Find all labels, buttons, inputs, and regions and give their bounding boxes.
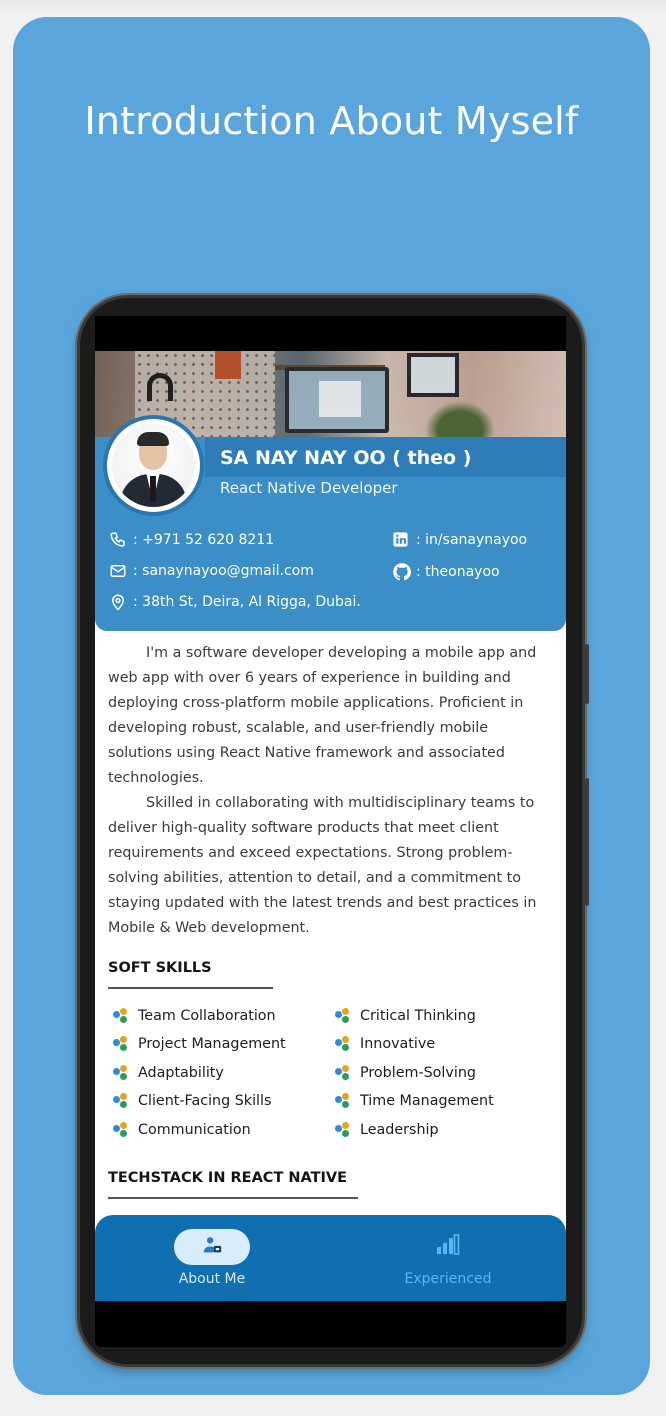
skill-label: Leadership (360, 1122, 439, 1138)
skill-label: Innovative (360, 1036, 436, 1052)
skill-dots-icon (335, 1008, 351, 1024)
tab-experienced-label: Experienced (404, 1271, 492, 1287)
avatar-hair (137, 432, 169, 446)
tab-experienced[interactable]: Experienced (373, 1229, 523, 1287)
list-item: Team Collaboration (113, 1008, 276, 1024)
skill-label: Client-Facing Skills (138, 1093, 272, 1109)
bio: I'm a software developer developing a mo… (108, 641, 556, 941)
tab-about-me-pill[interactable] (174, 1229, 250, 1265)
contact-address[interactable]: : 38th St, Deira, Al Rigga, Dubai. (109, 593, 361, 611)
top-bar (0, 0, 666, 14)
bio-paragraph: I'm a software developer developing a mo… (108, 645, 537, 786)
skill-label: Critical Thinking (360, 1008, 476, 1024)
skill-label: Time Management (360, 1093, 494, 1109)
profile-role: React Native Developer (220, 479, 398, 497)
avatar-photo (112, 424, 195, 507)
skill-dots-icon (113, 1065, 129, 1081)
contact-phone-text: : +971 52 620 8211 (133, 532, 275, 548)
github-icon (392, 562, 412, 582)
list-item: Problem-Solving (335, 1065, 476, 1081)
promo-title: Introduction About Myself (84, 99, 579, 143)
app-screen[interactable]: SA NAY NAY OO ( theo ) React Native Deve… (95, 351, 566, 1301)
avatar-tie (150, 476, 156, 502)
list-item: Innovative (335, 1036, 435, 1052)
list-item: Client-Facing Skills (113, 1093, 271, 1109)
skill-label: Team Collaboration (138, 1008, 276, 1024)
techstack-title: TECHSTACK IN REACT NATIVE (108, 1170, 348, 1186)
contact-phone[interactable]: : +971 52 620 8211 (109, 531, 274, 549)
promo-card: Introduction About Myself SA NAY NAY OO … (13, 17, 650, 1395)
contact-email[interactable]: : sanaynayoo@gmail.com (109, 562, 314, 580)
profile-header: SA NAY NAY OO ( theo ) React Native Deve… (95, 351, 566, 631)
skill-dots-icon (113, 1008, 129, 1024)
skill-dots-icon (335, 1065, 351, 1081)
location-icon (109, 593, 129, 611)
contact-linkedin-text: : in/sanaynayoo (416, 531, 528, 548)
bio-paragraph: Skilled in collaborating with multidisci… (108, 795, 537, 936)
list-item: Communication (113, 1122, 251, 1138)
linkedin-icon (392, 531, 412, 548)
contact-github[interactable]: : theonayoo (392, 562, 500, 582)
list-item: Project Management (113, 1036, 286, 1052)
phone-top-bezel (95, 316, 566, 352)
contact-address-text: : 38th St, Deira, Al Rigga, Dubai. (133, 594, 361, 610)
list-item: Critical Thinking (335, 1008, 476, 1024)
avatar (103, 415, 204, 516)
contact-email-text: : sanaynayoo@gmail.com (133, 563, 314, 579)
soft-skills-underline (108, 987, 273, 989)
bar-chart-icon (435, 1234, 461, 1260)
techstack-underline (108, 1197, 358, 1199)
skill-label: Communication (138, 1122, 251, 1138)
mail-icon (109, 562, 129, 580)
list-item: Leadership (335, 1122, 439, 1138)
soft-skills-title: SOFT SKILLS (108, 960, 212, 976)
profile-name: SA NAY NAY OO ( theo ) (220, 447, 472, 469)
contact-linkedin[interactable]: : in/sanaynayoo (392, 531, 527, 548)
contact-github-text: : theonayoo (416, 564, 500, 580)
skill-dots-icon (335, 1122, 351, 1138)
phone-bottom-bezel (95, 1301, 566, 1347)
list-item: Adaptability (113, 1065, 224, 1081)
list-item: Time Management (335, 1093, 494, 1109)
tab-about-me-label: About Me (178, 1271, 246, 1287)
skill-dots-icon (335, 1093, 351, 1109)
skill-label: Problem-Solving (360, 1065, 476, 1081)
person-badge-icon (201, 1234, 223, 1260)
tab-experienced-pill[interactable] (410, 1229, 486, 1265)
skill-label: Project Management (138, 1036, 286, 1052)
skill-dots-icon (335, 1036, 351, 1052)
skill-dots-icon (113, 1122, 129, 1138)
tab-about-me[interactable]: About Me (137, 1229, 287, 1287)
skill-label: Adaptability (138, 1065, 224, 1081)
bottom-nav: About Me Experienced (95, 1215, 566, 1301)
phone-icon (109, 531, 129, 549)
skill-dots-icon (113, 1093, 129, 1109)
phone-side-button (585, 644, 589, 704)
skill-dots-icon (113, 1036, 129, 1052)
phone-side-button (585, 778, 589, 906)
phone-mockup: SA NAY NAY OO ( theo ) React Native Deve… (80, 298, 589, 1364)
